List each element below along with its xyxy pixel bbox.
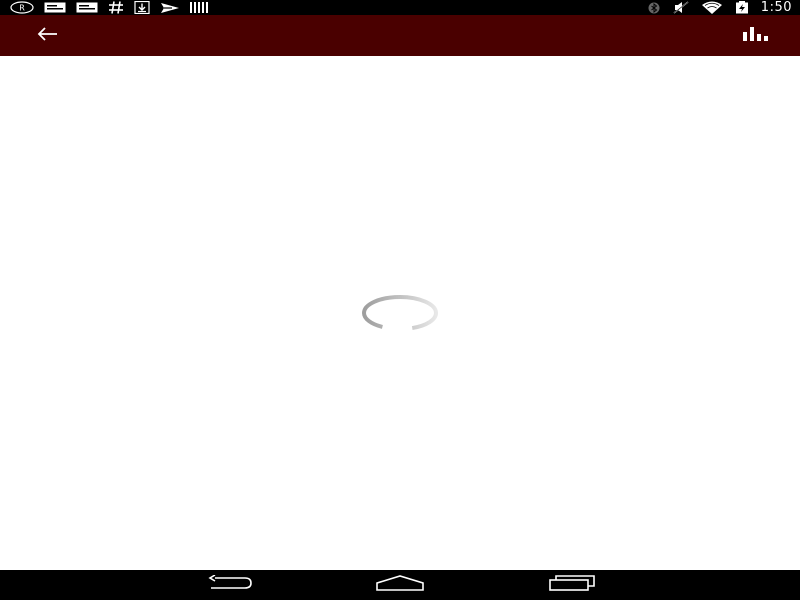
battery-charging-icon	[735, 0, 749, 15]
recents-icon	[548, 574, 596, 596]
send-icon	[160, 0, 180, 15]
loading-spinner-icon	[361, 294, 439, 332]
arrow-left-icon	[37, 26, 59, 46]
notification-icons: R	[10, 0, 208, 15]
message-icon	[44, 0, 66, 15]
status-bar: R 1:50	[0, 0, 800, 15]
mute-icon	[673, 0, 689, 15]
wifi-icon	[701, 0, 723, 15]
app-toolbar	[0, 15, 800, 56]
nav-home-button[interactable]	[370, 573, 430, 597]
message-icon	[76, 0, 98, 15]
svg-text:R: R	[19, 4, 25, 13]
nav-recents-button[interactable]	[542, 573, 602, 597]
back-button[interactable]	[30, 21, 66, 51]
system-icons: 1:50	[647, 0, 792, 15]
statistics-button[interactable]	[736, 21, 776, 51]
registered-icon: R	[10, 0, 34, 15]
bluetooth-icon	[647, 0, 661, 15]
download-icon	[134, 0, 150, 15]
hashtag-icon	[108, 0, 124, 15]
nav-back-button[interactable]	[200, 573, 260, 597]
back-icon	[207, 573, 253, 596]
barcode-icon	[190, 0, 208, 15]
status-clock: 1:50	[760, 0, 792, 15]
home-icon	[375, 574, 425, 596]
navigation-bar	[0, 570, 800, 600]
bar-chart-icon	[743, 26, 769, 46]
